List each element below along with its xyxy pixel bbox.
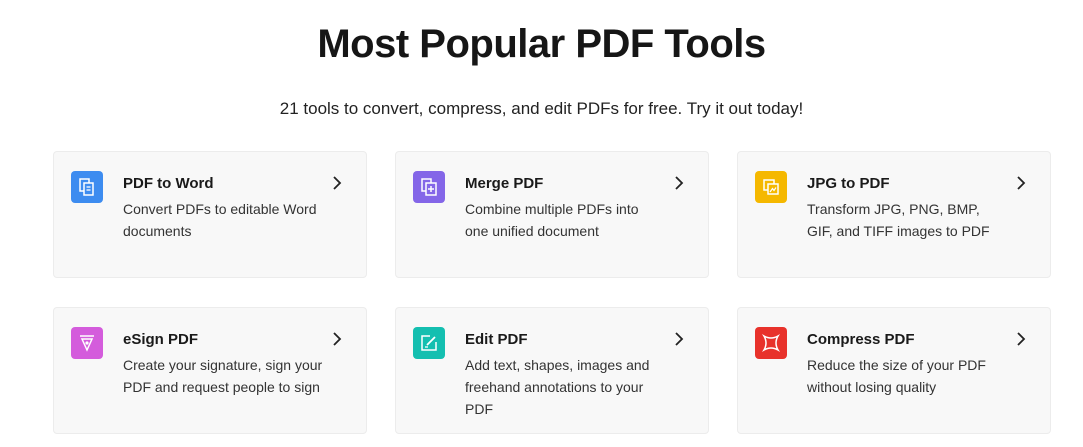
word-doc-icon [71,171,103,203]
tool-name: Merge PDF [465,175,544,192]
tool-name: PDF to Word [123,175,214,192]
tool-card-esign-pdf[interactable]: eSign PDF Create your signature, sign yo… [53,307,367,434]
tool-description: Combine multiple PDFs into one unified d… [465,201,639,239]
tool-description: Transform JPG, PNG, BMP, GIF, and TIFF i… [807,201,990,239]
chevron-right-icon [1017,176,1026,190]
compress-icon [755,327,787,359]
tool-description: Convert PDFs to editable Word documents [123,201,317,239]
tool-name: Edit PDF [465,331,528,348]
image-convert-icon [755,171,787,203]
tool-card-jpg-to-pdf[interactable]: JPG to PDF Transform JPG, PNG, BMP, GIF,… [737,151,1051,278]
tool-name: eSign PDF [123,331,199,348]
page-title: Most Popular PDF Tools [317,22,766,66]
chevron-right-icon [675,176,684,190]
tool-card-pdf-to-word[interactable]: PDF to Word Convert PDFs to editable Wor… [53,151,367,278]
pen-nib-icon [71,327,103,359]
tool-description: Reduce the size of your PDF without losi… [807,357,986,395]
tool-card-merge-pdf[interactable]: Merge PDF Combine multiple PDFs into one… [395,151,709,278]
edit-icon [413,327,445,359]
tool-card-compress-pdf[interactable]: Compress PDF Reduce the size of your PDF… [737,307,1051,434]
page-subtitle: 21 tools to convert, compress, and edit … [279,99,804,118]
tool-description: Add text, shapes, images and freehand an… [465,357,650,417]
tool-name: Compress PDF [807,331,915,348]
tool-card-edit-pdf[interactable]: Edit PDF Add text, shapes, images and fr… [395,307,709,434]
chevron-right-icon [333,176,342,190]
merge-icon [413,171,445,203]
tool-name: JPG to PDF [807,175,890,192]
chevron-right-icon [675,332,684,346]
tool-description: Create your signature, sign your PDF and… [123,357,323,395]
chevron-right-icon [1017,332,1026,346]
chevron-right-icon [333,332,342,346]
